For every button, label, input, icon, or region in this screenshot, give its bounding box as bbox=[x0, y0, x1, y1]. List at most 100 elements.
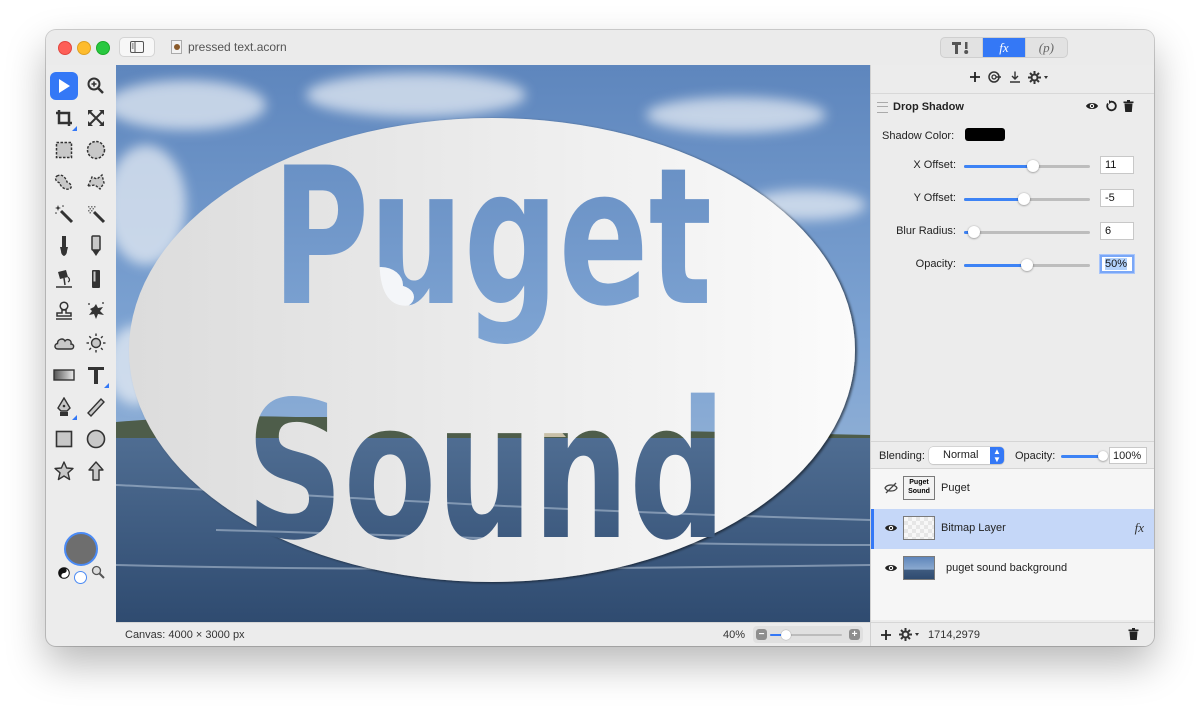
tool-magic-wand[interactable] bbox=[50, 200, 78, 228]
tool-magic-wand-soft[interactable] bbox=[82, 200, 110, 228]
layer-row[interactable]: puget sound background bbox=[871, 549, 1154, 589]
splatter-icon bbox=[88, 302, 104, 319]
eye-icon[interactable] bbox=[884, 562, 898, 574]
tool-gradient[interactable] bbox=[50, 361, 78, 389]
submenu-indicator bbox=[104, 383, 109, 388]
canvas-artwork: Puget Sound bbox=[116, 65, 870, 622]
zoom-in-button[interactable]: + bbox=[849, 629, 860, 640]
zoom-control: − + bbox=[753, 626, 863, 643]
gear-menu-icon[interactable] bbox=[1028, 71, 1050, 84]
tool-circle[interactable] bbox=[82, 425, 110, 453]
eye-icon[interactable] bbox=[884, 522, 898, 534]
tool-text[interactable] bbox=[82, 361, 110, 389]
tool-ellipse-select[interactable] bbox=[82, 136, 110, 164]
x-offset-input[interactable]: 11 bbox=[1100, 156, 1134, 174]
y-offset-row: Y Offset: -5 bbox=[871, 189, 1154, 209]
cursor-coordinates: 1714,2979 bbox=[928, 629, 980, 641]
slider-knob[interactable] bbox=[1027, 160, 1040, 172]
brush-icon bbox=[60, 236, 68, 256]
color-picker-zoom-icon[interactable] bbox=[91, 565, 105, 579]
tool-rect-select[interactable] bbox=[50, 136, 78, 164]
tool-clone-stamp[interactable] bbox=[50, 297, 78, 325]
zoom-window-button[interactable] bbox=[96, 41, 110, 55]
background-color-well[interactable] bbox=[74, 571, 87, 584]
slider-knob[interactable] bbox=[968, 226, 981, 238]
blur-radius-slider[interactable] bbox=[964, 226, 1090, 238]
shadow-color-swatch[interactable] bbox=[965, 128, 1005, 141]
canvas-size-label: Canvas: 4000 × 3000 px bbox=[125, 629, 245, 641]
foreground-color-well[interactable] bbox=[64, 532, 98, 566]
tool-cloud[interactable] bbox=[50, 329, 78, 357]
tool-splatter[interactable] bbox=[82, 297, 110, 325]
y-offset-slider[interactable] bbox=[964, 193, 1090, 205]
tool-zoom[interactable] bbox=[82, 72, 110, 100]
document-title: pressed text.acorn bbox=[188, 40, 287, 54]
tool-polygon-lasso[interactable] bbox=[82, 168, 110, 196]
layer-opacity-input[interactable]: 100% bbox=[1109, 447, 1147, 464]
swirl-icon[interactable] bbox=[988, 71, 1002, 83]
tab-effects[interactable]: fx bbox=[983, 38, 1026, 57]
plus-icon[interactable] bbox=[969, 71, 981, 83]
inspector-panel: Drop Shadow Shadow Color: X Offset: 11 Y… bbox=[870, 65, 1154, 646]
tool-arrow[interactable] bbox=[82, 457, 110, 485]
layer-row-selected[interactable]: Bitmap Layer fx bbox=[871, 509, 1154, 549]
layer-name: puget sound background bbox=[946, 562, 1068, 574]
sidebar-icon bbox=[130, 41, 144, 53]
drag-handle-icon[interactable] bbox=[877, 102, 888, 113]
slider-knob[interactable] bbox=[1021, 259, 1033, 271]
blend-mode-select[interactable]: Normal ▲ ▼ bbox=[929, 447, 1004, 464]
effects-toolbar bbox=[871, 65, 1154, 94]
layer-opacity-slider[interactable] bbox=[1061, 451, 1108, 461]
download-icon[interactable] bbox=[1009, 71, 1021, 83]
swap-colors-icon[interactable] bbox=[58, 567, 70, 579]
paint-bucket-icon bbox=[56, 270, 72, 288]
reset-icon[interactable] bbox=[1105, 100, 1117, 112]
tool-transform[interactable] bbox=[82, 104, 110, 132]
image-canvas[interactable]: Puget Sound bbox=[116, 65, 870, 622]
toggle-sidebar-button[interactable] bbox=[119, 37, 155, 57]
eye-icon[interactable] bbox=[1085, 100, 1099, 112]
layer-row[interactable]: Puget Sound Puget bbox=[871, 469, 1154, 509]
blur-radius-row: Blur Radius: 6 bbox=[871, 222, 1154, 242]
x-offset-slider[interactable] bbox=[964, 160, 1090, 172]
tool-star[interactable] bbox=[50, 457, 78, 485]
y-offset-label: Y Offset: bbox=[913, 192, 956, 204]
slider-knob[interactable] bbox=[1018, 193, 1031, 205]
tool-paint-bucket[interactable] bbox=[50, 265, 78, 293]
tool-lasso[interactable] bbox=[50, 168, 78, 196]
layer-fx-badge[interactable]: fx bbox=[1135, 520, 1144, 536]
layer-name: Bitmap Layer bbox=[941, 522, 1006, 534]
ellipse-select-icon bbox=[86, 140, 106, 160]
tool-line[interactable] bbox=[82, 393, 110, 421]
shadow-opacity-slider[interactable] bbox=[964, 259, 1090, 271]
layer-name: Puget bbox=[941, 482, 970, 494]
tab-tools[interactable] bbox=[941, 38, 984, 57]
tool-eraser[interactable] bbox=[82, 265, 110, 293]
pointer-icon bbox=[59, 79, 70, 93]
tool-brightness[interactable] bbox=[82, 329, 110, 357]
blur-radius-input[interactable]: 6 bbox=[1100, 222, 1134, 240]
add-layer-icon[interactable] bbox=[880, 629, 892, 641]
y-offset-input[interactable]: -5 bbox=[1100, 189, 1134, 207]
zoom-slider-knob[interactable] bbox=[780, 630, 791, 640]
tool-pen[interactable] bbox=[50, 393, 78, 421]
trash-icon[interactable] bbox=[1123, 100, 1134, 112]
tool-rectangle[interactable] bbox=[50, 425, 78, 453]
status-bar: Canvas: 4000 × 3000 px 40% − + bbox=[116, 622, 870, 646]
close-button[interactable] bbox=[58, 41, 72, 55]
gear-menu-icon[interactable] bbox=[899, 628, 921, 641]
blending-label: Blending: bbox=[879, 450, 925, 462]
tool-pencil[interactable] bbox=[82, 232, 110, 260]
eye-hidden-icon[interactable] bbox=[884, 482, 898, 494]
zoom-out-button[interactable]: − bbox=[756, 629, 767, 640]
blend-mode-value: Normal bbox=[943, 449, 979, 461]
delete-layer-icon[interactable] bbox=[1128, 628, 1139, 640]
tab-properties[interactable]: (p) bbox=[1026, 38, 1067, 57]
zoom-slider[interactable] bbox=[770, 630, 842, 640]
tool-pointer[interactable] bbox=[50, 72, 78, 100]
slider-knob[interactable] bbox=[1098, 451, 1108, 461]
tool-brush[interactable] bbox=[50, 232, 78, 260]
tool-crop[interactable] bbox=[50, 104, 78, 132]
minimize-button[interactable] bbox=[77, 41, 91, 55]
shadow-opacity-input[interactable]: 50% bbox=[1100, 255, 1134, 273]
